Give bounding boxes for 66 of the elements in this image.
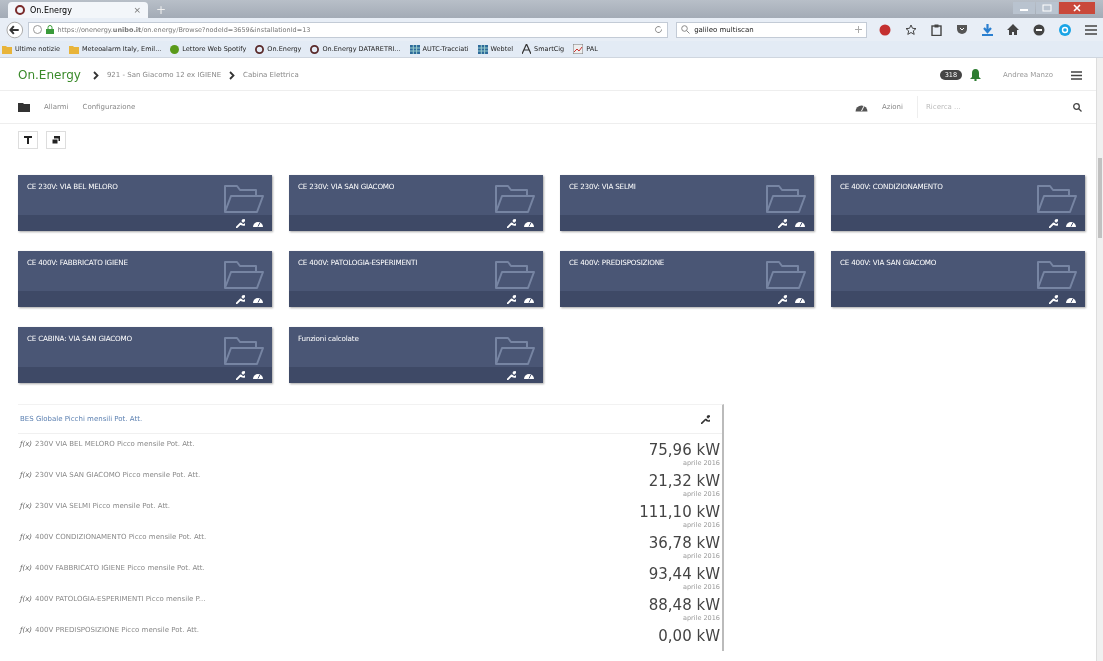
- reload-icon[interactable]: [654, 25, 664, 34]
- folder-icon: [224, 260, 264, 290]
- grid-icon: [409, 44, 420, 54]
- scrollbar[interactable]: [1096, 58, 1103, 661]
- star-icon[interactable]: [905, 23, 917, 36]
- lock-icon: [45, 25, 54, 34]
- pocket-icon[interactable]: [956, 24, 968, 35]
- copy-button[interactable]: [46, 131, 66, 149]
- folder-icon: [2, 44, 12, 54]
- home-icon[interactable]: [1007, 24, 1019, 35]
- folder-icon[interactable]: [18, 102, 30, 112]
- add-icon: [855, 26, 862, 33]
- grid-icon: [477, 44, 488, 54]
- menu-icon[interactable]: [1071, 70, 1082, 80]
- gauge-icon[interactable]: [1066, 219, 1076, 227]
- gauge-icon[interactable]: [524, 371, 534, 379]
- folder-icon: [495, 260, 535, 290]
- folder-icon: [766, 184, 806, 214]
- gauge-icon[interactable]: [253, 219, 263, 227]
- chevron-icon: [229, 70, 236, 80]
- measure-value: 0,00 kW: [658, 628, 720, 645]
- power-icon: [255, 44, 265, 54]
- gauge-icon[interactable]: [253, 295, 263, 303]
- a-glyph-icon: [522, 44, 532, 54]
- measure-value: 93,44 kW: [648, 566, 720, 583]
- measure-value: 88,48 kW: [648, 597, 720, 614]
- folder-icon: [1037, 260, 1077, 290]
- measure-value: 36,78 kW: [648, 535, 720, 552]
- gauge-icon[interactable]: [524, 295, 534, 303]
- info-icon: [32, 25, 42, 34]
- bell-icon[interactable]: [970, 69, 982, 81]
- search-icon: [681, 25, 691, 34]
- folder-icon: [224, 184, 264, 214]
- power-icon: [310, 44, 320, 54]
- folder-icon: [69, 44, 79, 54]
- folder-icon: [495, 184, 535, 214]
- search-icon: [1073, 102, 1082, 112]
- folder-icon: [1037, 184, 1077, 214]
- copy-icon: [52, 136, 60, 144]
- power-icon: [15, 5, 25, 15]
- folder-icon: [224, 336, 264, 366]
- measure-value: 111,10 kW: [639, 504, 720, 521]
- circle-icon: [170, 44, 180, 54]
- close-icon[interactable]: [1059, 2, 1095, 14]
- measure-value: 21,32 kW: [648, 473, 720, 490]
- folder-icon: [495, 336, 535, 366]
- gauge-icon[interactable]: [1066, 295, 1076, 303]
- gauge-icon[interactable]: [795, 219, 805, 227]
- brand-logo[interactable]: On.Energy: [18, 68, 81, 82]
- tab-title: On.Energy: [30, 5, 73, 15]
- back-icon[interactable]: [6, 20, 24, 39]
- gauge-icon[interactable]: [795, 295, 805, 303]
- clipboard-icon[interactable]: [931, 23, 942, 36]
- browser-tab[interactable]: On.Energy ×: [8, 2, 148, 18]
- menu-icon[interactable]: [1085, 24, 1097, 35]
- close-tab-button[interactable]: ×: [133, 5, 141, 15]
- folder-icon: [766, 260, 806, 290]
- chart-icon: [573, 44, 584, 54]
- gauge-icon[interactable]: [253, 371, 263, 379]
- gauge-icon[interactable]: [524, 219, 534, 227]
- record-icon[interactable]: [879, 23, 891, 36]
- chevron-icon: [92, 70, 99, 80]
- filter-icon: [24, 136, 32, 144]
- measure-value: 75,96 kW: [648, 442, 720, 459]
- download-icon[interactable]: [982, 23, 993, 36]
- filter-button[interactable]: [18, 131, 38, 149]
